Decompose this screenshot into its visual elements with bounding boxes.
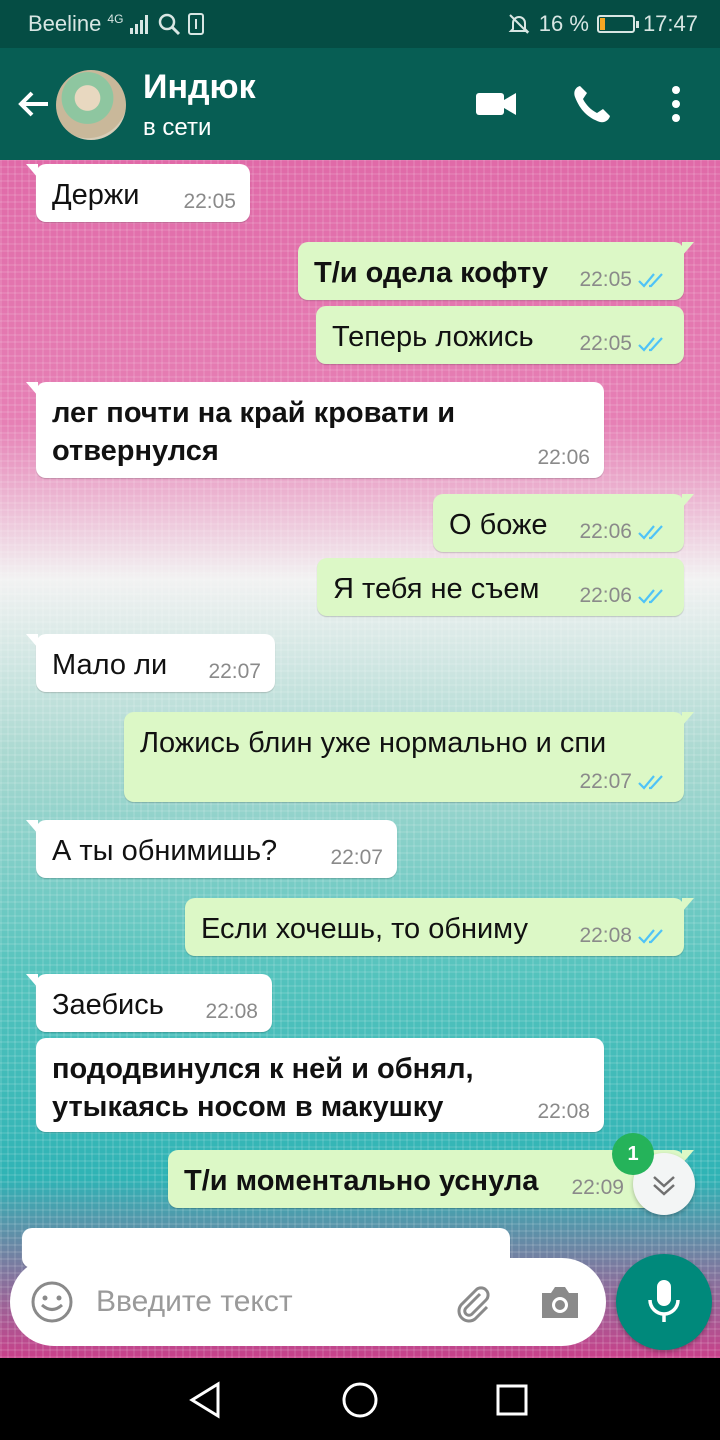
message-bubble[interactable]: А ты обнимишь? 22:07 xyxy=(26,820,397,878)
read-ticks-icon xyxy=(638,273,663,288)
message-input[interactable] xyxy=(96,1280,426,1324)
read-ticks-icon xyxy=(638,589,663,604)
system-nav-bar xyxy=(0,1358,720,1440)
message-bubble[interactable]: пододвинулся к ней и обнял, утыкаясь нос… xyxy=(36,1038,604,1132)
message-bubble[interactable]: Т/и одела кофту 22:05 xyxy=(298,242,694,300)
back-arrow-icon[interactable] xyxy=(14,84,54,124)
battery-icon xyxy=(596,15,639,33)
network-label: 4G xyxy=(107,12,124,26)
nav-recents-icon[interactable] xyxy=(490,1378,534,1422)
phone-icon[interactable] xyxy=(570,82,614,126)
camera-icon[interactable] xyxy=(538,1280,582,1324)
video-call-icon[interactable] xyxy=(474,82,518,126)
read-ticks-icon xyxy=(638,525,663,540)
message-bubble[interactable]: Я тебя не съем 22:06 xyxy=(317,558,684,616)
message-bubble[interactable]: Держи 22:05 xyxy=(26,164,250,222)
attach-icon[interactable] xyxy=(450,1280,494,1324)
mute-icon xyxy=(508,14,530,34)
message-bubble[interactable]: О боже 22:06 xyxy=(433,494,694,552)
status-bar: Beeline 4G 16 % 17:47 xyxy=(0,0,720,48)
contact-status: в сети xyxy=(143,114,212,141)
clock: 17:47 xyxy=(642,11,698,36)
chat-area[interactable]: Держи 22:05 Т/и одела кофту 22:05 Теперь… xyxy=(0,160,720,1358)
chat-header: Индюк в сети xyxy=(0,48,720,160)
message-bubble[interactable]: Если хочешь, то обниму 22:08 xyxy=(185,898,694,956)
message-bubble[interactable]: Мало ли 22:07 xyxy=(26,634,275,692)
carrier-label: Beeline xyxy=(28,11,102,36)
nav-back-icon[interactable] xyxy=(184,1378,228,1422)
message-bubble[interactable]: Заебись 22:08 xyxy=(26,974,272,1032)
message-bubble[interactable]: Теперь ложись 22:05 xyxy=(316,306,684,364)
voice-record-button[interactable] xyxy=(616,1254,712,1350)
read-ticks-icon xyxy=(638,775,663,790)
search-icon xyxy=(159,13,181,36)
message-bubble[interactable]: лег почти на край кровати и отвернулся 2… xyxy=(26,382,604,478)
message-bubble[interactable]: Т/и моментально уснула 22:09 xyxy=(168,1150,694,1208)
message-bubble[interactable]: Ложись блин уже нормально и спи 22:07 xyxy=(124,712,694,802)
emoji-icon[interactable] xyxy=(30,1280,74,1324)
signal-icon xyxy=(130,15,149,34)
unread-badge: 1 xyxy=(612,1133,654,1175)
read-ticks-icon xyxy=(638,929,663,944)
contact-name[interactable]: Индюк xyxy=(143,68,256,107)
mic-icon xyxy=(648,1280,680,1322)
sim-icon xyxy=(188,13,205,35)
avatar[interactable] xyxy=(56,70,126,140)
more-vert-icon[interactable] xyxy=(654,82,698,126)
read-ticks-icon xyxy=(638,337,663,352)
nav-home-icon[interactable] xyxy=(338,1378,382,1422)
battery-percent: 16 % xyxy=(538,11,589,36)
message-composer xyxy=(10,1258,606,1346)
